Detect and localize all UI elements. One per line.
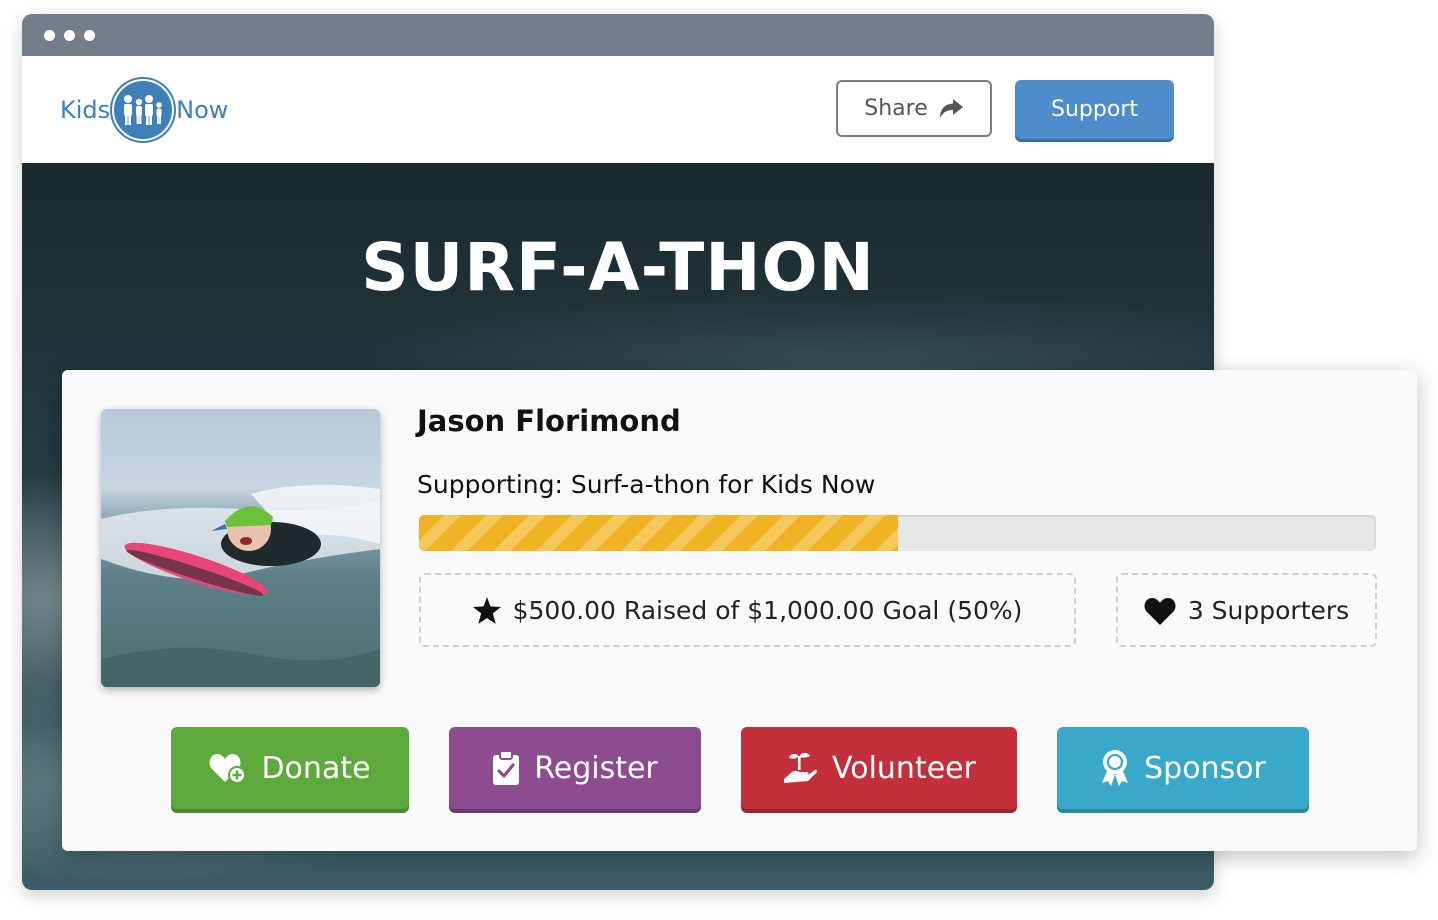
progress-bar-fill xyxy=(419,515,898,551)
supporters-count-text: 3 Supporters xyxy=(1187,595,1350,625)
sponsor-button[interactable]: Sponsor xyxy=(1057,727,1309,809)
award-ribbon-icon xyxy=(1102,750,1129,786)
support-button[interactable]: Support xyxy=(1015,80,1174,139)
fundraiser-card: Jason Florimond Supporting: Surf-a-thon … xyxy=(62,370,1417,851)
hand-seedling-icon xyxy=(784,752,818,783)
sponsor-label: Sponsor xyxy=(1144,750,1266,786)
share-button[interactable]: Share xyxy=(836,80,992,137)
clipboard-check-icon xyxy=(493,750,520,785)
donate-button[interactable]: Donate xyxy=(171,727,409,809)
window-dot-icon xyxy=(84,30,95,41)
register-label: Register xyxy=(534,750,658,786)
window-titlebar xyxy=(22,14,1214,56)
volunteer-label: Volunteer xyxy=(832,750,976,786)
progress-bar xyxy=(419,515,1376,551)
share-label: Share xyxy=(864,96,928,121)
star-icon xyxy=(472,596,501,624)
donate-label: Donate xyxy=(261,750,371,786)
volunteer-button[interactable]: Volunteer xyxy=(741,727,1017,809)
register-button[interactable]: Register xyxy=(449,727,701,809)
heart-icon xyxy=(1144,597,1176,625)
amount-raised-stat: $500.00 Raised of $1,000.00 Goal (50%) xyxy=(419,573,1076,647)
supporting-campaign: Supporting: Surf-a-thon for Kids Now xyxy=(417,470,876,499)
window-dot-icon xyxy=(44,30,55,41)
site-header: Kids Now Share Support xyxy=(22,56,1214,163)
share-arrow-icon xyxy=(939,98,963,118)
kids-now-logo[interactable]: Kids Now xyxy=(60,79,229,141)
family-icon xyxy=(112,79,175,141)
fundraiser-photo xyxy=(101,409,380,687)
amount-raised-text: $500.00 Raised of $1,000.00 Goal (50%) xyxy=(512,595,1023,625)
heart-plus-icon xyxy=(209,754,247,784)
fundraiser-name: Jason Florimond xyxy=(417,404,681,438)
supporters-stat[interactable]: 3 Supporters xyxy=(1116,573,1377,647)
logo-text-right: Now xyxy=(176,96,229,124)
hero-title: SURF-A-THON xyxy=(361,229,875,306)
logo-text-left: Kids xyxy=(60,96,111,124)
window-dot-icon xyxy=(64,30,75,41)
